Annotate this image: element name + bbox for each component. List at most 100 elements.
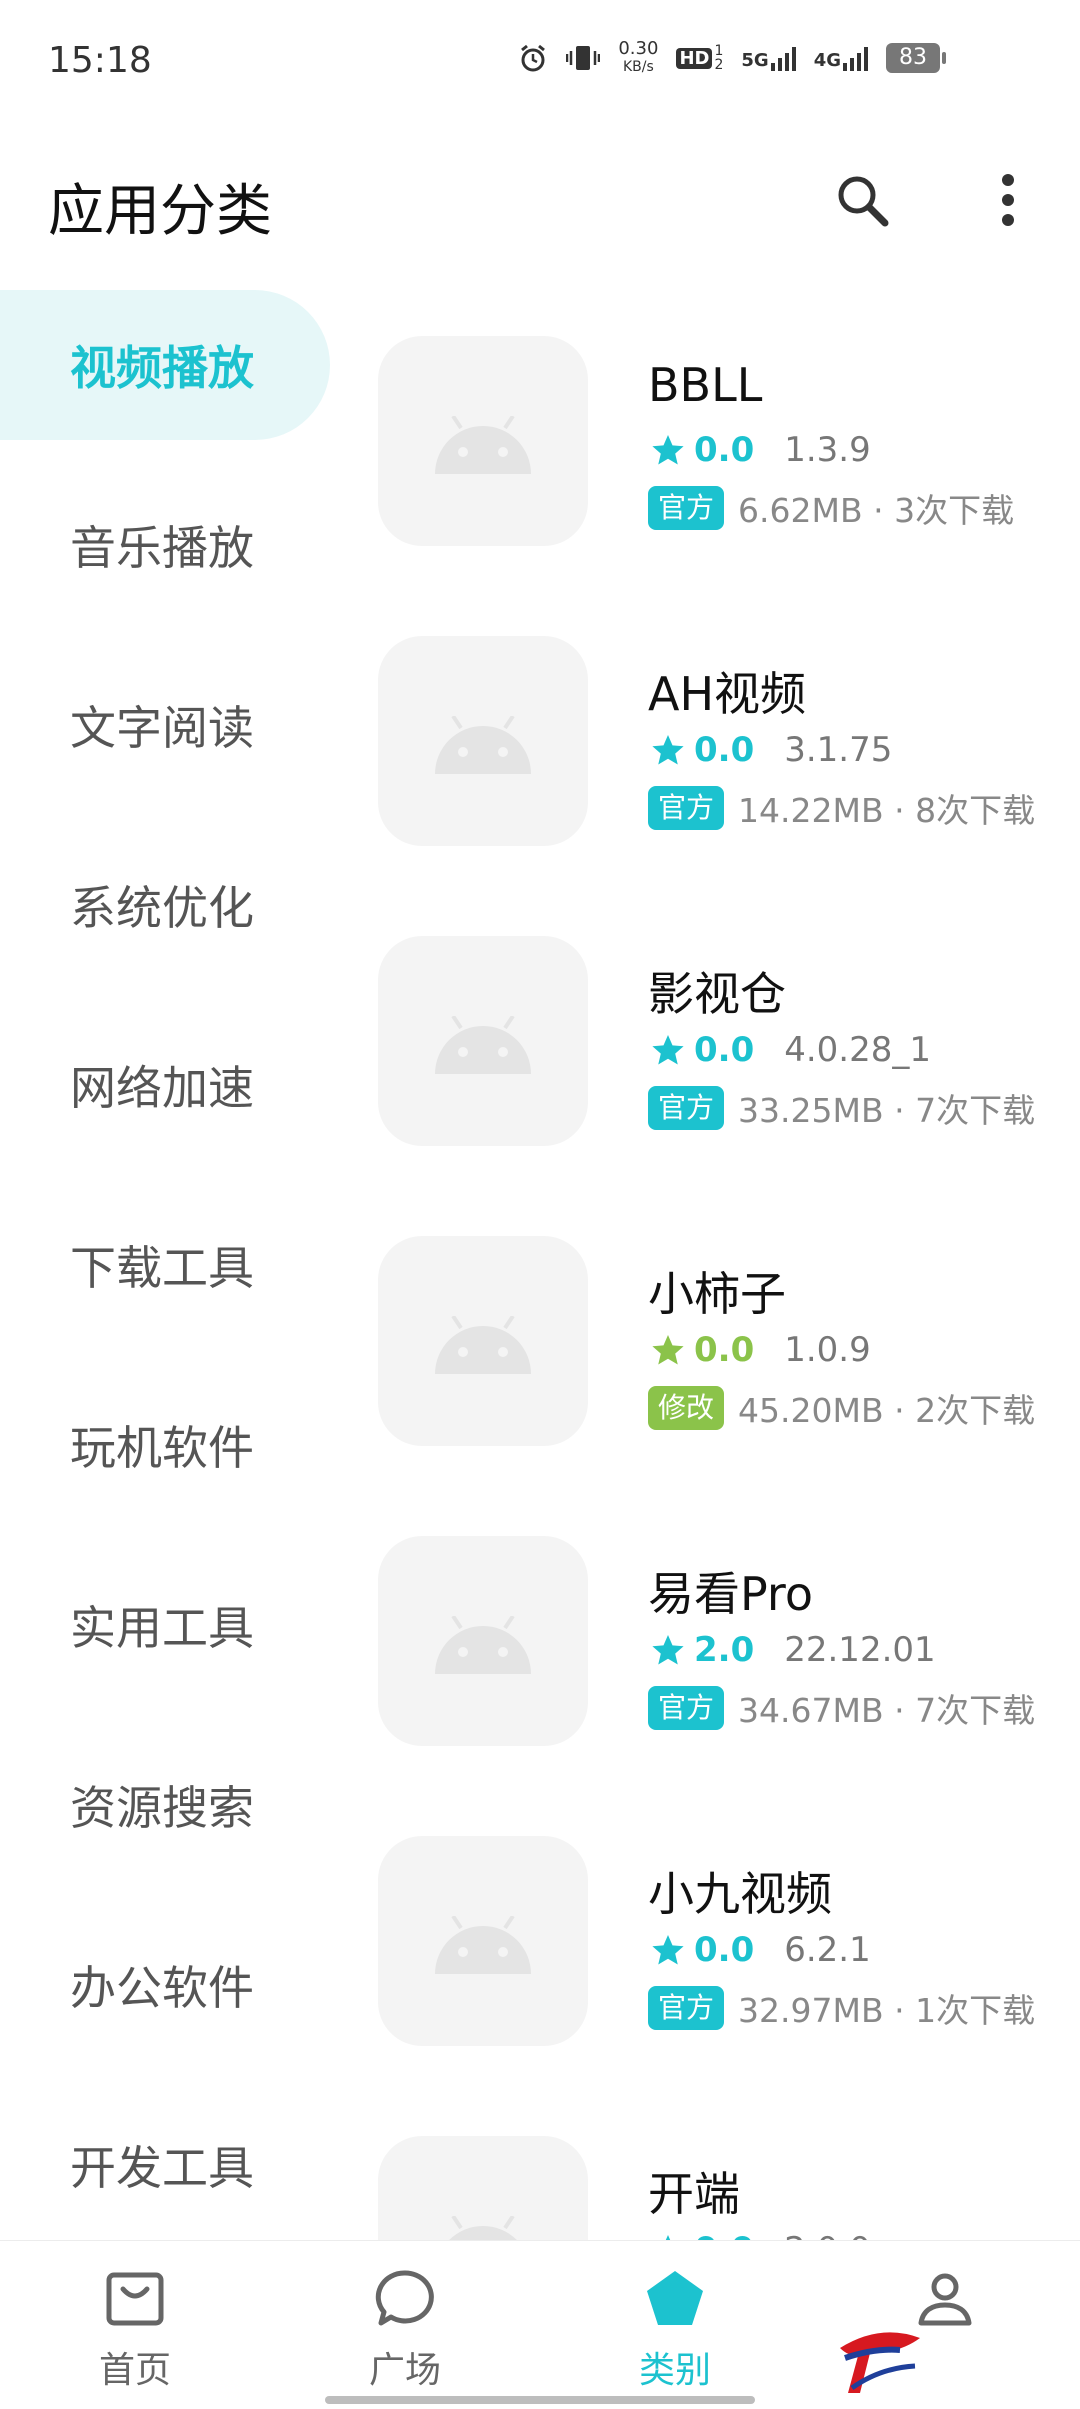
home-indicator[interactable] bbox=[325, 2396, 755, 2404]
status-icons: 0.30 KB/s HD 1 2 5G 4G 83 bbox=[518, 40, 946, 76]
sidebar-item-label: 网络加速 bbox=[70, 1061, 254, 1115]
app-rating: 0.0 6.2.1 bbox=[650, 1930, 871, 1970]
search-icon bbox=[838, 176, 889, 227]
size-downloads: 33.25MB · 7次下载 bbox=[738, 1091, 1036, 1130]
list-item[interactable]: 影视仓 0.0 4.0.28_1 官方 33.25MB · 7次下载 bbox=[370, 930, 1080, 1160]
signal-icon bbox=[770, 45, 796, 71]
battery-indicator: 83 bbox=[886, 43, 946, 73]
app-name: 影视仓 bbox=[648, 967, 786, 1021]
app-version: 1.0.9 bbox=[784, 1330, 871, 1370]
nav-category[interactable]: 类别 bbox=[575, 2241, 775, 2409]
sidebar-item-utilities[interactable]: 实用工具 bbox=[0, 1550, 330, 1700]
sidebar-item-search[interactable]: 资源搜索 bbox=[0, 1730, 330, 1880]
sidebar-item-label: 玩机软件 bbox=[70, 1421, 254, 1475]
sidebar-item-reading[interactable]: 文字阅读 bbox=[0, 650, 330, 800]
app-name: 小九视频 bbox=[648, 1867, 832, 1921]
rating-score: 0.0 bbox=[694, 730, 755, 770]
android-placeholder-icon bbox=[435, 1616, 531, 1674]
nav-square[interactable]: 广场 bbox=[305, 2241, 505, 2409]
app-meta: 官方 6.62MB · 3次下载 bbox=[648, 484, 1014, 532]
android-placeholder-icon bbox=[435, 1916, 531, 1974]
star-icon bbox=[652, 735, 684, 765]
sim-indicator-top: 1 bbox=[714, 43, 724, 59]
size-downloads: 6.62MB · 3次下载 bbox=[738, 491, 1015, 530]
app-icon bbox=[378, 2136, 588, 2240]
app-icon bbox=[378, 636, 588, 846]
nav-label: 首页 bbox=[98, 2350, 171, 2391]
list-item[interactable]: BBLL 0.0 1.3.9 官方 6.62MB · 3次下载 bbox=[370, 330, 1080, 560]
app-icon bbox=[378, 1536, 588, 1746]
page-title: 应用分类 bbox=[48, 179, 272, 244]
sidebar-item-system[interactable]: 系统优化 bbox=[0, 830, 330, 980]
app-name: 开端 bbox=[648, 2167, 740, 2221]
sidebar-item-label: 视频播放 bbox=[70, 341, 254, 395]
sidebar-item-label: 下载工具 bbox=[70, 1241, 254, 1295]
star-icon bbox=[652, 1635, 684, 1665]
sidebar-item-music[interactable]: 音乐播放 bbox=[0, 470, 330, 620]
rating-score: 0.0 bbox=[694, 1930, 755, 1970]
android-placeholder-icon bbox=[435, 1016, 531, 1074]
sidebar-item-label: 资源搜索 bbox=[70, 1781, 254, 1835]
official-badge: 官方 bbox=[648, 786, 725, 830]
app-meta: 修改 45.20MB · 2次下载 bbox=[648, 1384, 1035, 1432]
sidebar-item-office[interactable]: 办公软件 bbox=[0, 1910, 330, 2060]
app-rating: 2.0 22.12.01 bbox=[650, 1630, 936, 1670]
list-item[interactable]: 小九视频 0.0 6.2.1 官方 32.97MB · 1次下载 bbox=[370, 1830, 1080, 2060]
sidebar-item-dev[interactable]: 开发工具 bbox=[0, 2090, 330, 2240]
sidebar-item-label: 音乐播放 bbox=[70, 521, 254, 575]
official-badge: 官方 bbox=[648, 1686, 725, 1730]
brand-logo bbox=[840, 2332, 920, 2393]
app-rating: 0.0 4.0.28_1 bbox=[650, 1030, 931, 1070]
list-item[interactable]: 小柿子 0.0 1.0.9 修改 45.20MB · 2次下载 bbox=[370, 1230, 1080, 1460]
more-options-button[interactable] bbox=[968, 160, 1048, 240]
android-placeholder-icon bbox=[435, 716, 531, 774]
modified-badge: 修改 bbox=[648, 1386, 725, 1430]
app-icon bbox=[378, 1836, 588, 2046]
list-item[interactable]: 易看Pro 2.0 22.12.01 官方 34.67MB · 7次下载 bbox=[370, 1530, 1080, 1760]
bag-icon bbox=[106, 2272, 164, 2326]
sidebar-item-download[interactable]: 下载工具 bbox=[0, 1190, 330, 1340]
android-placeholder-icon bbox=[435, 1316, 531, 1374]
sidebar-item-network[interactable]: 网络加速 bbox=[0, 1010, 330, 1160]
app-meta: 官方 34.67MB · 7次下载 bbox=[648, 1684, 1035, 1732]
app-version: 6.2.1 bbox=[784, 1930, 871, 1970]
app-icon bbox=[378, 936, 588, 1146]
rating-score: 0.0 bbox=[694, 2230, 754, 2240]
sidebar-item-tweaks[interactable]: 玩机软件 bbox=[0, 1370, 330, 1520]
category-sidebar: 视频播放 音乐播放 文字阅读 系统优化 网络加速 下载工具 玩机软件 实用工具 … bbox=[0, 290, 340, 2240]
star-icon bbox=[652, 1335, 684, 1365]
list-item[interactable]: 开端 0.0 2.0.0 bbox=[370, 2130, 1080, 2240]
nav-home[interactable]: 首页 bbox=[35, 2241, 235, 2409]
chat-bubble-icon bbox=[375, 2270, 434, 2326]
more-vert-icon bbox=[1002, 174, 1014, 226]
android-placeholder-icon bbox=[435, 416, 531, 474]
alarm-icon bbox=[521, 44, 546, 72]
star-icon bbox=[652, 1935, 684, 1965]
star-icon bbox=[665, 2235, 671, 2240]
search-button[interactable] bbox=[822, 160, 902, 240]
app-meta: 官方 33.25MB · 7次下载 bbox=[648, 1084, 1035, 1132]
star-icon bbox=[652, 1035, 684, 1065]
hd-badge: HD bbox=[676, 47, 713, 69]
size-downloads: 32.97MB · 1次下载 bbox=[738, 1991, 1036, 2030]
size-downloads: 14.22MB · 8次下载 bbox=[738, 791, 1036, 830]
app-name: BBLL bbox=[648, 358, 763, 412]
star-icon bbox=[652, 435, 684, 465]
app-rating: 0.0 1.3.9 bbox=[650, 430, 871, 470]
network-5g: 5G bbox=[741, 50, 769, 71]
status-time: 15:18 bbox=[48, 40, 152, 81]
rating-score: 2.0 bbox=[694, 1630, 755, 1670]
sidebar-item-video[interactable]: 视频播放 bbox=[0, 290, 330, 440]
nav-label: 类别 bbox=[638, 2350, 711, 2391]
status-bar: 15:18 0.30 KB/s HD 1 2 5G 4G 83 bbox=[0, 0, 1080, 120]
sidebar-item-label: 系统优化 bbox=[70, 881, 254, 935]
app-rating: 0.0 3.1.75 bbox=[650, 730, 892, 770]
vibrate-icon bbox=[566, 46, 601, 70]
rating-score: 0.0 bbox=[694, 430, 755, 470]
sim-indicator-bottom: 2 bbox=[714, 57, 724, 73]
app-version: 1.3.9 bbox=[784, 430, 871, 470]
app-name: 易看Pro bbox=[648, 1567, 813, 1621]
list-item[interactable]: AH视频 0.0 3.1.75 官方 14.22MB · 8次下载 bbox=[370, 630, 1080, 860]
sidebar-item-label: 开发工具 bbox=[70, 2141, 254, 2195]
sidebar-item-label: 办公软件 bbox=[70, 1961, 254, 2015]
